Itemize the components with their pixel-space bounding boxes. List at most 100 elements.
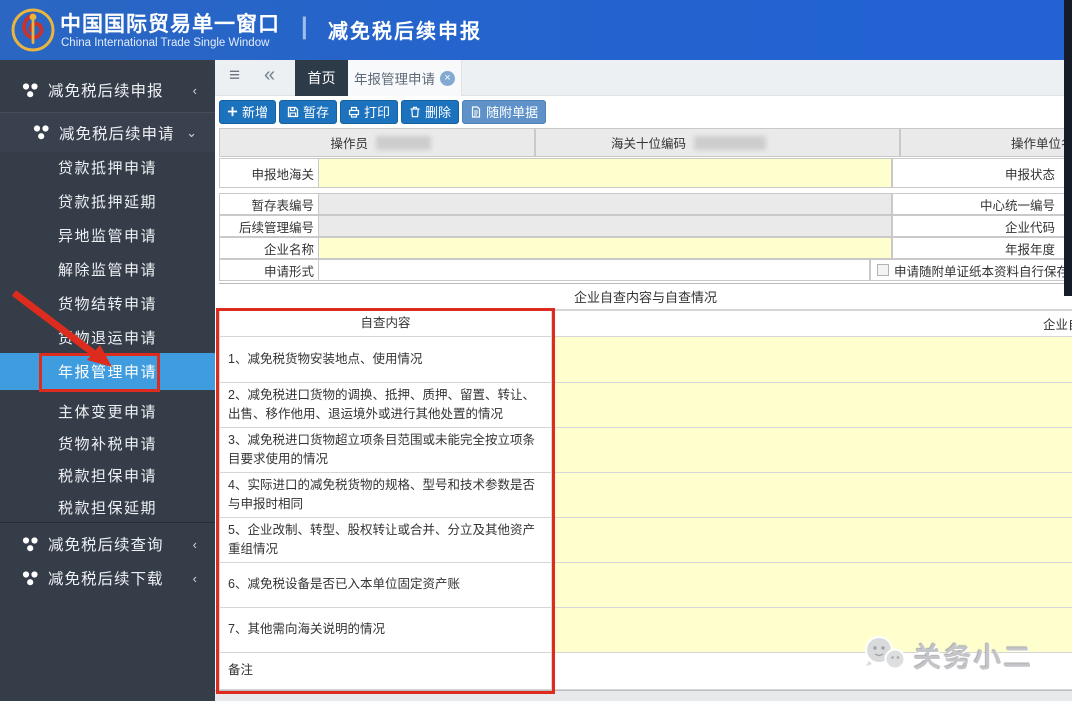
module-icon bbox=[22, 570, 39, 587]
self-check-answer-cell[interactable] bbox=[552, 383, 1072, 428]
self-check-section-title: 企业自查内容与自查情况 bbox=[219, 283, 1072, 310]
self-check-answer-cell[interactable] bbox=[552, 428, 1072, 473]
sidebar-group-label: 减免税后续查询 bbox=[48, 533, 164, 555]
follow-no-label: 后续管理编号 bbox=[239, 217, 314, 236]
company-name-input[interactable] bbox=[318, 237, 892, 259]
sidebar-group-label: 减免税后续申请 bbox=[59, 122, 175, 144]
form-row-follow-no: 后续管理编号 企业代码 bbox=[215, 215, 1072, 237]
self-check-item: 4、实际进口的减免税货物的规格、型号和技术参数是否与申报时相同 bbox=[219, 473, 552, 518]
declare-customs-input[interactable] bbox=[318, 158, 892, 188]
form-row-apply-form: 申请形式 申请随附单证纸本资料自行保存 bbox=[215, 259, 1072, 281]
self-check-item: 7、其他需向海关说明的情况 bbox=[219, 608, 552, 653]
close-tab-icon[interactable]: × bbox=[440, 71, 455, 86]
customs-code-value-redacted bbox=[694, 136, 766, 150]
operator-field: 操作员 bbox=[219, 128, 535, 157]
declare-customs-label: 申报地海关 bbox=[251, 164, 314, 183]
report-year-label: 年报年度 bbox=[1005, 239, 1055, 258]
sidebar-item-subject-change[interactable]: 主体变更申请 bbox=[0, 394, 215, 428]
sidebar-group-followup-declare[interactable]: 减免税后续申报 ‹ bbox=[0, 70, 215, 110]
report-year-label-cell: 年报年度 bbox=[892, 237, 1066, 259]
sidebar-group-label: 减免税后续申报 bbox=[48, 79, 164, 101]
center-no-label-cell: 中心统一编号 bbox=[892, 193, 1066, 215]
attached-documents-button[interactable]: 随附单据 bbox=[462, 100, 546, 124]
sidebar-item-tax-guarantee-extend[interactable]: 税款担保延期 bbox=[0, 490, 215, 524]
printer-icon bbox=[348, 106, 360, 118]
remark-input-cell[interactable] bbox=[552, 653, 1072, 690]
module-icon bbox=[22, 82, 39, 99]
sidebar-item-goods-return[interactable]: 货物退运申请 bbox=[0, 320, 215, 354]
temp-no-field bbox=[318, 193, 892, 215]
sidebar-group-label: 减免税后续下载 bbox=[48, 567, 164, 589]
declare-status-label: 申报状态 bbox=[1005, 164, 1055, 183]
chevron-down-icon: ⌄ bbox=[186, 125, 198, 141]
single-window-app: 中国国际贸易单一窗口 China International Trade Sin… bbox=[0, 0, 1072, 701]
page-background bbox=[215, 690, 1072, 701]
sidebar-item-annual-report[interactable]: 年报管理申请 bbox=[0, 353, 215, 390]
remark-label-cell: 备注 bbox=[219, 653, 552, 690]
tab-bar: ≡ « 首页 年报管理申请 × bbox=[215, 60, 1072, 96]
company-name-label: 企业名称 bbox=[264, 239, 314, 258]
self-check-item: 3、减免税进口货物超立项条目范围或未能完全按立项条目要求使用的情况 bbox=[219, 428, 552, 473]
declare-customs-label-cell: 申报地海关 bbox=[219, 158, 318, 188]
company-code-label: 企业代码 bbox=[1005, 217, 1055, 236]
sidebar-item-release-supervision[interactable]: 解除监管申请 bbox=[0, 252, 215, 286]
sidebar-item-tax-guarantee-apply[interactable]: 税款担保申请 bbox=[0, 458, 215, 492]
customs-code-label: 海关十位编码 bbox=[536, 133, 686, 152]
center-no-label: 中心统一编号 bbox=[980, 195, 1055, 214]
operating-unit-field: 操作单位名称 bbox=[900, 128, 1072, 157]
module-icon bbox=[33, 124, 50, 141]
apply-form-label: 申请形式 bbox=[264, 261, 314, 280]
company-code-label-cell: 企业代码 bbox=[892, 215, 1066, 237]
self-check-answer-cell[interactable] bbox=[552, 563, 1072, 608]
delete-button[interactable]: 删除 bbox=[401, 100, 459, 124]
self-check-answer-cell[interactable] bbox=[552, 518, 1072, 563]
form-row-temp-no: 暂存表编号 中心统一编号 bbox=[215, 193, 1072, 215]
sidebar-group-followup-download[interactable]: 减免税后续下载 ‹ bbox=[0, 560, 215, 596]
tab-label: 年报管理申请 bbox=[354, 68, 435, 88]
operator-label: 操作员 bbox=[220, 133, 368, 152]
sidebar-group-followup-query[interactable]: 减免税后续查询 ‹ bbox=[0, 526, 215, 562]
tab-home[interactable]: 首页 bbox=[295, 60, 348, 96]
plus-icon bbox=[227, 106, 238, 117]
apply-form-input[interactable] bbox=[318, 259, 870, 281]
print-button[interactable]: 打印 bbox=[340, 100, 398, 124]
declare-status-label-cell: 申报状态 bbox=[892, 158, 1066, 188]
collapse-sidebar-icon[interactable]: « bbox=[264, 64, 273, 87]
self-check-item: 6、减免税设备是否已入本单位固定资产账 bbox=[219, 563, 552, 608]
sidebar-item-remote-supervision[interactable]: 异地监管申请 bbox=[0, 218, 215, 252]
window-edge bbox=[1064, 0, 1072, 296]
temp-no-label-cell: 暂存表编号 bbox=[219, 193, 318, 215]
brand-subtitle: China International Trade Single Window bbox=[61, 37, 269, 49]
chevron-left-icon: ‹ bbox=[193, 571, 198, 586]
sidebar-item-goods-transfer[interactable]: 货物结转申请 bbox=[0, 286, 215, 320]
self-check-answer-cell[interactable] bbox=[552, 337, 1072, 383]
self-check-answer-cell[interactable] bbox=[552, 473, 1072, 518]
tab-annual-report[interactable]: 年报管理申请 × bbox=[348, 60, 462, 96]
company-name-label-cell: 企业名称 bbox=[219, 237, 318, 259]
attach-paper-checkbox[interactable] bbox=[877, 264, 889, 276]
follow-no-field bbox=[318, 215, 892, 237]
chevron-left-icon: ‹ bbox=[193, 83, 198, 98]
sidebar-item-loan-pledge-apply[interactable]: 贷款抵押申请 bbox=[0, 150, 215, 184]
save-draft-button[interactable]: 暂存 bbox=[279, 100, 337, 124]
sidebar-item-goods-tax-supplement[interactable]: 货物补税申请 bbox=[0, 426, 215, 460]
add-button[interactable]: 新增 bbox=[219, 100, 276, 124]
top-header: 中国国际贸易单一窗口 China International Trade Sin… bbox=[0, 0, 1072, 60]
brand-title: 中国国际贸易单一窗口 bbox=[60, 8, 280, 38]
sidebar-item-loan-pledge-extend[interactable]: 贷款抵押延期 bbox=[0, 184, 215, 218]
document-icon bbox=[470, 106, 482, 118]
follow-no-label-cell: 后续管理编号 bbox=[219, 215, 318, 237]
self-check-col1-header: 自查内容 bbox=[219, 310, 552, 337]
menu-icon[interactable]: ≡ bbox=[229, 65, 240, 87]
self-check-item: 5、企业改制、转型、股权转让或合并、分立及其他资产重组情况 bbox=[219, 518, 552, 563]
sidebar-divider bbox=[0, 522, 215, 523]
toolbar: 新增 暂存 打印 删除 bbox=[215, 96, 1072, 127]
apply-form-label-cell: 申请形式 bbox=[219, 259, 318, 281]
self-check-answer-cell[interactable] bbox=[552, 608, 1072, 653]
header-divider: | bbox=[301, 13, 308, 41]
operator-value-redacted bbox=[376, 136, 431, 150]
module-icon bbox=[22, 536, 39, 553]
form-row-declare-customs: 申报地海关 申报状态 bbox=[215, 158, 1072, 188]
sidebar-group-followup-apply[interactable]: 减免税后续申请 ⌄ bbox=[0, 112, 215, 152]
brand-logo-icon bbox=[10, 7, 56, 53]
